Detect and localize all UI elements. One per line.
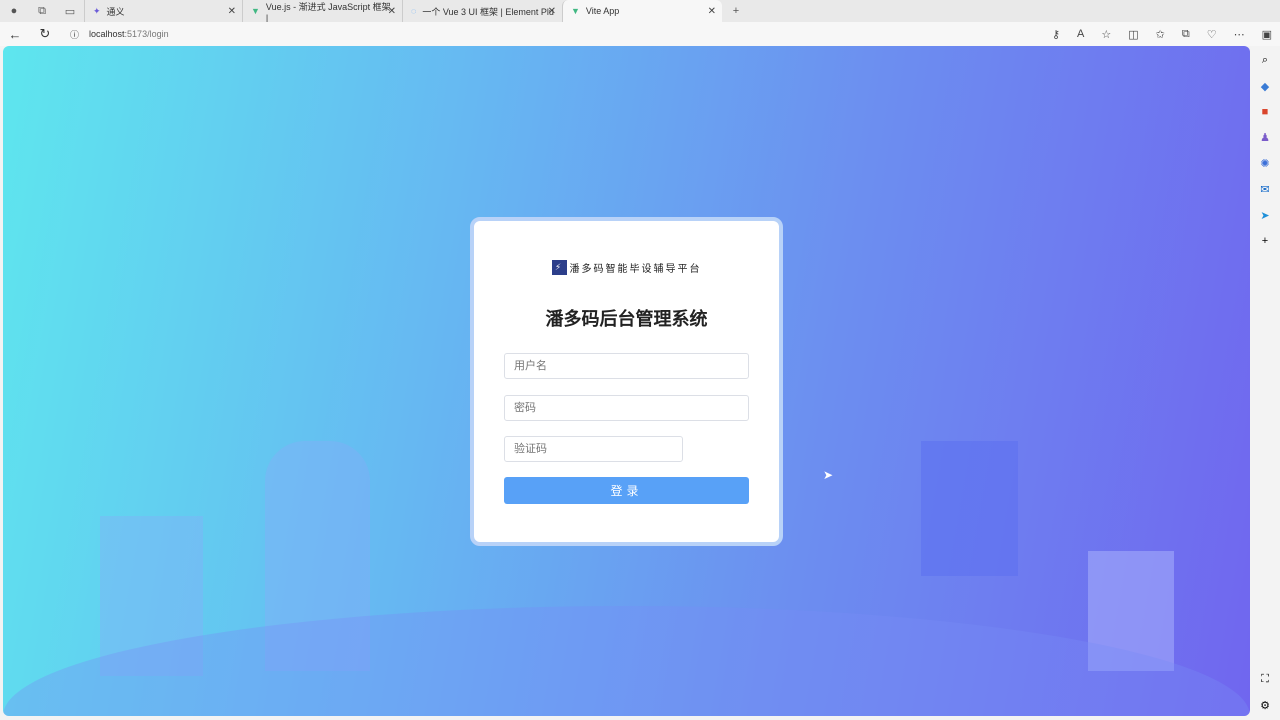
element-icon: ◌ [411,6,417,16]
vue-icon: ▼ [571,6,580,16]
tag-icon[interactable]: ◆ [1261,80,1269,93]
tab-element-plus[interactable]: ◌ 一个 Vue 3 UI 框架 | Element Plu ✕ [402,0,562,22]
close-icon[interactable]: ✕ [548,6,556,17]
decor-building [921,441,1018,576]
login-button[interactable]: 登录 [504,477,749,504]
more-icon[interactable]: ⋯ [1234,28,1245,41]
mouse-cursor-icon: ➤ [823,468,834,482]
send-icon[interactable]: ➤ [1260,209,1269,222]
info-icon: ⓘ [70,29,80,40]
toolbox-icon[interactable]: ■ [1262,106,1269,118]
sidebar-toggle-icon[interactable]: ▣ [1262,28,1272,41]
address-bar: ← ↻ ⓘ localhost:5173/login ⚷ A ☆ ◫ ✩ ⧉ ♡… [0,22,1280,46]
brand: ⚡ 潘多码智能毕设辅导平台 [474,260,779,275]
tab-vite-app[interactable]: ▼ Vite App ✕ [562,0,722,22]
add-icon[interactable]: + [1262,235,1268,247]
reload-icon[interactable]: ↻ [30,26,60,42]
tab-vuejs[interactable]: ▼ Vue.js - 渐进式 JavaScript 框架 | ✕ [242,0,402,23]
back-icon[interactable]: ← [0,27,30,42]
tongyi-icon: ✦ [93,5,101,16]
screenshot-icon[interactable]: ⛶ [1261,673,1269,686]
tab-bar: ● ⧉ ▭ ✦ 通义 ✕ ▼ Vue.js - 渐进式 JavaScript 框架 |… [0,0,1280,23]
extensions-icon[interactable]: ♡ [1207,28,1217,41]
key-icon[interactable]: ⚷ [1052,28,1060,41]
close-icon[interactable]: ✕ [228,6,236,17]
captcha-input[interactable] [504,436,683,462]
edge-sidebar: ⌕ ◆ ■ ♟ ✺ ✉ ➤ + ⛶ ⚙ [1250,46,1280,720]
tab-actions-icon[interactable]: ▭ [56,5,84,18]
login-card: ⚡潘多码智能毕设辅导平台 潘多码后台管理系统 登录 [470,217,783,546]
close-icon[interactable]: ✕ [708,6,716,17]
password-input[interactable] [504,395,749,421]
vue-icon: ▼ [251,6,260,16]
outlook-icon[interactable]: ✉ [1260,183,1269,196]
people-icon[interactable]: ♟ [1260,131,1270,144]
close-icon[interactable]: ✕ [388,6,396,17]
split-screen-icon[interactable]: ◫ [1128,28,1138,41]
read-aloud-icon[interactable]: A [1077,28,1084,41]
workspaces-icon[interactable]: ⧉ [28,5,56,18]
favorite-icon[interactable]: ☆ [1101,28,1111,41]
copilot-icon[interactable]: ✺ [1260,157,1269,170]
url-field[interactable]: ⓘ localhost:5173/login [70,28,169,41]
page-title: 潘多码后台管理系统 [545,309,708,329]
username-input[interactable] [504,353,749,379]
settings-icon[interactable]: ⚙ [1260,699,1270,712]
profile-icon[interactable]: ● [0,5,28,17]
new-tab-icon[interactable]: + [722,5,750,17]
favorites-icon[interactable]: ✩ [1156,28,1165,41]
brand-logo-icon: ⚡ [551,260,567,275]
collections-icon[interactable]: ⧉ [1182,28,1190,41]
tab-tongyi[interactable]: ✦ 通义 ✕ [84,0,242,22]
search-icon[interactable]: ⌕ [1262,54,1268,67]
